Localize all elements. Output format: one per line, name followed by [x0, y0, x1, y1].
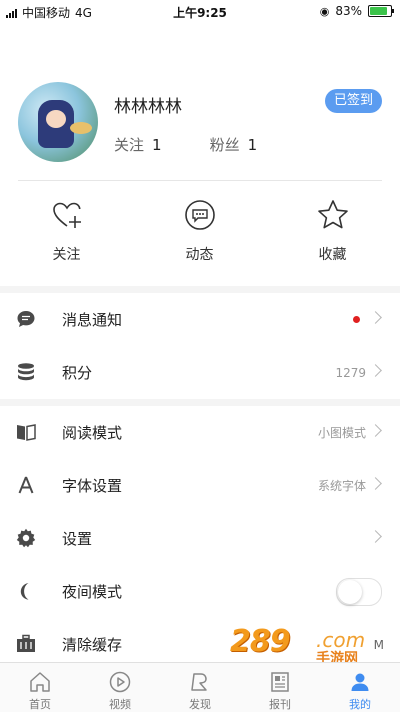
avatar[interactable]: [18, 82, 98, 162]
moon-icon: [20, 583, 29, 600]
unread-dot: [353, 316, 360, 323]
home-icon: [30, 672, 50, 692]
discover-icon: [191, 673, 207, 691]
tab-me[interactable]: 我的: [320, 663, 400, 712]
follow-action[interactable]: 关注: [0, 198, 133, 264]
newspaper-icon: [271, 672, 289, 692]
action-label: 关注: [52, 247, 81, 263]
menu-item-title: 设置: [62, 530, 93, 548]
points-database-icon: [18, 363, 34, 381]
divider: [18, 180, 382, 181]
checkin-button[interactable]: 已签到: [324, 89, 382, 113]
menu-item-reading-mode[interactable]: 阅读模式 小图模式: [0, 406, 400, 459]
fans-label[interactable]: 粉丝: [210, 134, 240, 155]
activity-action[interactable]: 动态: [133, 198, 266, 264]
chat-bubble-icon: [184, 200, 215, 230]
chevron-right-icon: [369, 364, 382, 377]
battery-icon: [368, 5, 394, 17]
bottom-tab-bar: 首页 视频 发现 报刊 我的: [0, 662, 400, 712]
follow-count[interactable]: 1: [152, 136, 162, 154]
chevron-right-icon: [369, 477, 382, 490]
menu-item-font-settings[interactable]: 字体设置 系统字体: [0, 459, 400, 512]
fans-count[interactable]: 1: [248, 136, 258, 154]
action-label: 收藏: [318, 247, 347, 263]
username[interactable]: 林林林林: [114, 92, 182, 117]
site-watermark-logo: 289 .com 手游网: [230, 624, 366, 667]
night-mode-toggle[interactable]: [336, 578, 382, 606]
points-value: 1279: [335, 365, 366, 380]
gear-icon: [16, 528, 36, 548]
heart-plus-icon: [52, 202, 81, 228]
star-icon: [317, 200, 348, 229]
menu-item-notifications[interactable]: 消息通知: [0, 293, 400, 346]
menu-group-notifications: 消息通知 积分 1279: [0, 293, 400, 399]
chevron-right-icon: [369, 311, 382, 324]
tab-video[interactable]: 视频: [80, 663, 160, 712]
menu-group-settings: 阅读模式 小图模式 字体设置 系统字体 设置 夜间模式 清除缓存 M: [0, 406, 400, 662]
chevron-right-icon: [369, 424, 382, 437]
tab-discover[interactable]: 发现: [160, 663, 240, 712]
orientation-lock-icon: ◉: [319, 4, 330, 18]
video-icon: [109, 671, 131, 693]
favorites-action[interactable]: 收藏: [266, 198, 399, 264]
message-icon: [17, 311, 35, 327]
menu-item-points[interactable]: 积分 1279: [0, 346, 400, 399]
menu-item-title: 字体设置: [62, 477, 123, 495]
tab-home[interactable]: 首页: [0, 663, 80, 712]
chevron-right-icon: [369, 530, 382, 543]
action-label: 动态: [185, 247, 214, 263]
profile-stats: 关注 1 粉丝 1: [114, 134, 297, 155]
menu-item-title: 消息通知: [62, 311, 123, 329]
profile-card: 林林林林 关注 1 粉丝 1 已签到 关注 动态 收藏: [0, 22, 400, 286]
quick-actions: 关注 动态 收藏: [0, 198, 400, 264]
briefcase-icon: [17, 634, 35, 652]
reading-mode-value: 小图模式: [317, 426, 366, 440]
menu-item-title: 积分: [62, 364, 93, 382]
font-value: 系统字体: [317, 479, 366, 493]
menu-item-night-mode[interactable]: 夜间模式: [0, 565, 400, 618]
font-icon: [18, 476, 34, 494]
follow-label[interactable]: 关注: [114, 134, 144, 155]
book-icon: [17, 424, 36, 441]
battery-percent: 83%: [335, 4, 362, 18]
menu-item-title: 清除缓存: [62, 636, 123, 654]
menu-item-settings[interactable]: 设置: [0, 512, 400, 565]
status-bar: 中国移动 4G 上午9:25 ◉ 83%: [0, 0, 400, 22]
tab-newspaper[interactable]: 报刊: [240, 663, 320, 712]
menu-item-title: 夜间模式: [62, 583, 123, 601]
user-icon: [351, 673, 369, 691]
menu-item-title: 阅读模式: [62, 424, 123, 442]
